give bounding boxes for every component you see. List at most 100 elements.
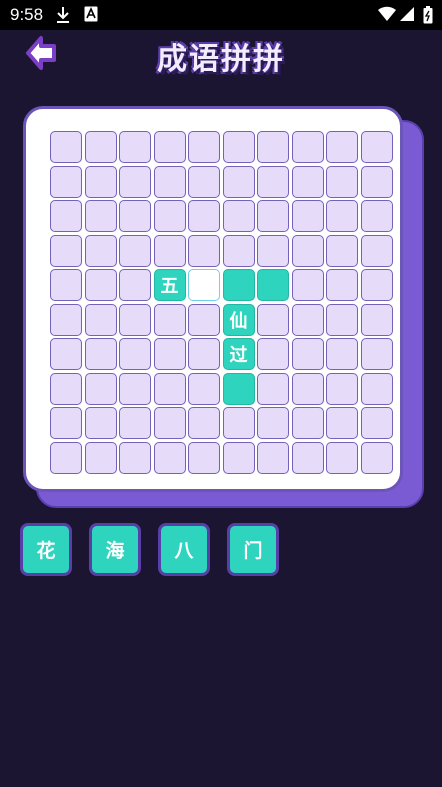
grid-cell[interactable]: [188, 407, 220, 439]
grid-cell[interactable]: [84, 338, 117, 370]
grid-cell[interactable]: [257, 165, 289, 198]
grid-cell[interactable]: [119, 338, 151, 370]
grid-cell[interactable]: [188, 234, 220, 267]
grid-cell[interactable]: [153, 441, 186, 474]
grid-cell[interactable]: [119, 131, 151, 163]
grid-cell[interactable]: [153, 338, 186, 370]
grid-cell[interactable]: [326, 441, 358, 474]
grid-cell[interactable]: [222, 407, 255, 439]
grid-cell[interactable]: [257, 407, 289, 439]
grid-cell[interactable]: [188, 372, 220, 405]
grid-cell[interactable]: [119, 165, 151, 198]
grid-cell[interactable]: [188, 165, 220, 198]
grid-cell[interactable]: [119, 303, 151, 336]
grid-cell[interactable]: [50, 372, 82, 405]
grid-cell[interactable]: [84, 441, 117, 474]
grid-cell[interactable]: [291, 303, 324, 336]
grid-cell[interactable]: [222, 200, 255, 232]
grid-cell[interactable]: [84, 200, 117, 232]
grid-cell[interactable]: [50, 234, 82, 267]
grid-cell[interactable]: [119, 372, 151, 405]
grid-cell[interactable]: [326, 338, 358, 370]
grid-cell[interactable]: [291, 407, 324, 439]
grid-cell[interactable]: [50, 407, 82, 439]
grid-cell[interactable]: [119, 234, 151, 267]
grid-cell[interactable]: [119, 407, 151, 439]
grid-cell[interactable]: [257, 269, 289, 301]
grid-cell[interactable]: [291, 372, 324, 405]
grid-cell[interactable]: [257, 303, 289, 336]
grid-cell[interactable]: [50, 165, 82, 198]
grid-cell[interactable]: [360, 131, 393, 163]
grid-cell[interactable]: [84, 234, 117, 267]
grid-cell[interactable]: [84, 165, 117, 198]
grid-cell[interactable]: [291, 165, 324, 198]
grid-cell[interactable]: [50, 200, 82, 232]
grid-cell[interactable]: [257, 131, 289, 163]
grid-cell[interactable]: 过: [222, 338, 255, 370]
grid-cell[interactable]: [257, 441, 289, 474]
grid-cell[interactable]: [119, 441, 151, 474]
grid-cell[interactable]: [257, 372, 289, 405]
grid-cell[interactable]: [119, 200, 151, 232]
grid-cell[interactable]: [222, 165, 255, 198]
grid-cell[interactable]: 五: [153, 269, 186, 301]
grid-cell[interactable]: 仙: [222, 303, 255, 336]
choice-button[interactable]: 门: [227, 523, 279, 576]
grid-cell[interactable]: [153, 234, 186, 267]
grid-cell[interactable]: [50, 441, 82, 474]
grid-cell[interactable]: [188, 131, 220, 163]
grid-cell[interactable]: [326, 165, 358, 198]
grid-cell[interactable]: [188, 338, 220, 370]
grid-cell-selected[interactable]: [188, 269, 220, 301]
grid-cell[interactable]: [119, 269, 151, 301]
grid-cell[interactable]: [222, 372, 255, 405]
grid-cell[interactable]: [291, 131, 324, 163]
grid-cell[interactable]: [84, 269, 117, 301]
grid-cell[interactable]: [291, 269, 324, 301]
grid-cell[interactable]: [326, 269, 358, 301]
grid-cell[interactable]: [291, 338, 324, 370]
grid-cell[interactable]: [84, 372, 117, 405]
grid-cell[interactable]: [188, 303, 220, 336]
grid-cell[interactable]: [360, 234, 393, 267]
grid-cell[interactable]: [50, 131, 82, 163]
grid-cell[interactable]: [257, 338, 289, 370]
grid-cell[interactable]: [360, 407, 393, 439]
grid-cell[interactable]: [222, 234, 255, 267]
grid-cell[interactable]: [257, 234, 289, 267]
grid-cell[interactable]: [360, 338, 393, 370]
grid-cell[interactable]: [84, 407, 117, 439]
grid-cell[interactable]: [50, 338, 82, 370]
grid-cell[interactable]: [360, 165, 393, 198]
grid-cell[interactable]: [326, 200, 358, 232]
grid-cell[interactable]: [222, 131, 255, 163]
grid-cell[interactable]: [360, 269, 393, 301]
grid-cell[interactable]: [326, 303, 358, 336]
grid-cell[interactable]: [50, 269, 82, 301]
grid-cell[interactable]: [291, 234, 324, 267]
grid-cell[interactable]: [153, 165, 186, 198]
choice-button[interactable]: 海: [89, 523, 141, 576]
grid-cell[interactable]: [291, 200, 324, 232]
grid-cell[interactable]: [84, 131, 117, 163]
grid-cell[interactable]: [360, 441, 393, 474]
grid-cell[interactable]: [326, 234, 358, 267]
choice-button[interactable]: 八: [158, 523, 210, 576]
choice-button[interactable]: 花: [20, 523, 72, 576]
grid-cell[interactable]: [153, 303, 186, 336]
grid-cell[interactable]: [360, 200, 393, 232]
grid-cell[interactable]: [326, 407, 358, 439]
grid-cell[interactable]: [153, 372, 186, 405]
grid-cell[interactable]: [153, 407, 186, 439]
grid-cell[interactable]: [360, 303, 393, 336]
grid-cell[interactable]: [291, 441, 324, 474]
grid-cell[interactable]: [188, 441, 220, 474]
grid-cell[interactable]: [153, 131, 186, 163]
grid-cell[interactable]: [326, 131, 358, 163]
grid-cell[interactable]: [50, 303, 82, 336]
grid-cell[interactable]: [222, 441, 255, 474]
grid-cell[interactable]: [153, 200, 186, 232]
grid-cell[interactable]: [188, 200, 220, 232]
grid-cell[interactable]: [360, 372, 393, 405]
